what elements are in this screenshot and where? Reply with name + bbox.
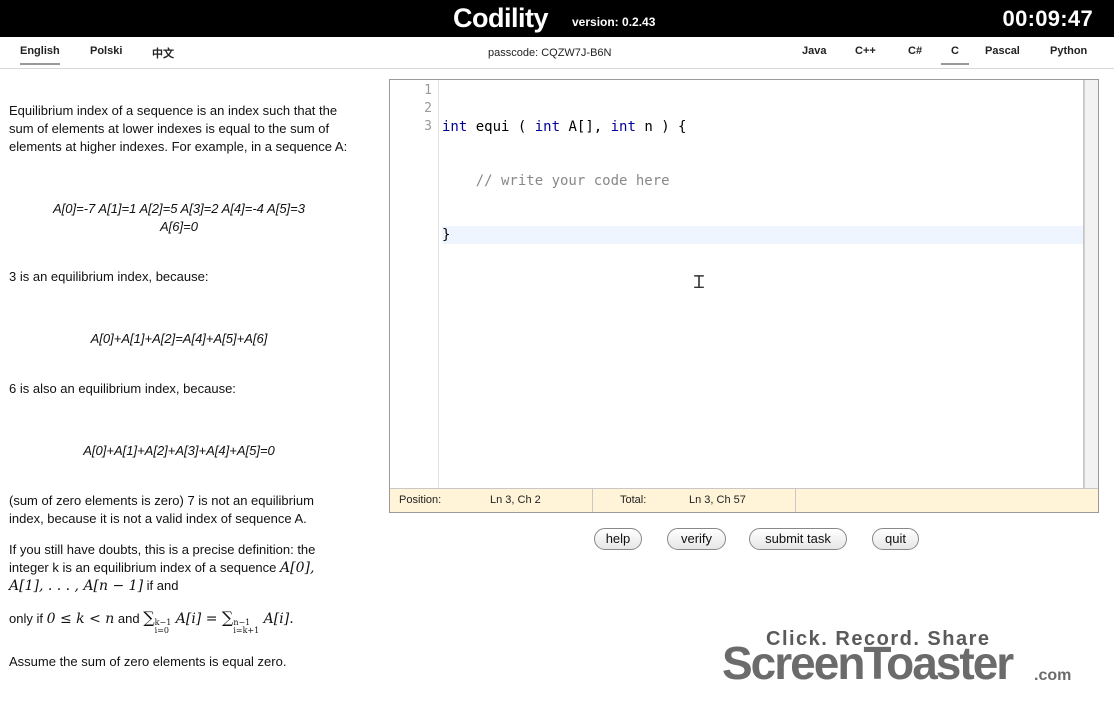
tab-python[interactable]: Python bbox=[1050, 45, 1087, 57]
code-line-3[interactable]: } bbox=[442, 226, 1083, 244]
code-line-2[interactable]: // write your code here bbox=[442, 172, 1083, 190]
code-line-1[interactable]: int equi ( int A[], int n ) { bbox=[442, 118, 1083, 136]
sequence-line-2: A[6]=0 bbox=[160, 219, 198, 234]
countdown-timer: 00:09:47 bbox=[1002, 6, 1093, 31]
code-area[interactable]: 1 2 3 int equi ( int A[], int n ) { // w… bbox=[390, 80, 1084, 488]
help-button[interactable]: help bbox=[594, 528, 642, 550]
position-label: Position: bbox=[399, 494, 442, 506]
verify-button[interactable]: verify bbox=[667, 528, 726, 550]
tab-csharp[interactable]: C# bbox=[908, 45, 922, 57]
sequence-line-1: A[0]=-7 A[1]=1 A[2]=5 A[3]=2 A[4]=-4 A[5… bbox=[53, 201, 305, 216]
line-number: 2 bbox=[424, 101, 432, 116]
total-value: Ln 3, Ch 57 bbox=[689, 494, 746, 506]
tab-english[interactable]: English bbox=[20, 45, 60, 65]
desc-example-1: 3 is an equilibrium index, because: bbox=[9, 269, 209, 284]
editor-scrollbar[interactable] bbox=[1084, 80, 1098, 488]
app-logo: Codility bbox=[453, 3, 549, 33]
language-bar: English Polski 中文 passcode: CQZW7J-B6N J… bbox=[0, 37, 1114, 69]
desc-definition-cont: only if 0 ≤ k < n and ∑ k−1 i=0 A[i] = ∑ n−… bbox=[9, 608, 294, 635]
tab-polski[interactable]: Polski bbox=[90, 45, 122, 57]
version-label: version: 0.2.43 bbox=[572, 15, 656, 29]
tab-pascal[interactable]: Pascal bbox=[985, 45, 1020, 57]
position-value: Ln 3, Ch 2 bbox=[490, 494, 541, 506]
desc-assumption: Assume the sum of zero elements is equal… bbox=[9, 654, 287, 669]
quit-button[interactable]: quit bbox=[872, 528, 919, 550]
code-editor[interactable]: 1 2 3 int equi ( int A[], int n ) { // w… bbox=[389, 79, 1099, 513]
watermark-tld: .com bbox=[1034, 667, 1072, 684]
text-cursor-icon: Ɪ bbox=[694, 272, 705, 293]
line-number: 3 bbox=[424, 119, 432, 134]
desc-note: (sum of zero elements is zero) 7 is not … bbox=[9, 493, 314, 526]
math-range: 0 ≤ k < n bbox=[46, 611, 115, 627]
screentoaster-watermark: Click. Record. Share ScreenToaster .com bbox=[722, 628, 1082, 688]
desc-example-2: 6 is also an equilibrium index, because: bbox=[9, 381, 236, 396]
gutter-divider bbox=[438, 80, 439, 488]
editor-status-bar: Position: Ln 3, Ch 2 Total: Ln 3, Ch 57 bbox=[390, 488, 1098, 512]
formula-2: A[0]+A[1]+A[2]+A[3]+A[4]+A[5]=0 bbox=[83, 443, 275, 458]
tab-chinese[interactable]: 中文 bbox=[152, 45, 174, 61]
tab-c[interactable]: C bbox=[941, 45, 969, 65]
line-number: 1 bbox=[424, 83, 432, 98]
top-bar: Codility version: 0.2.43 00:09:47 bbox=[0, 0, 1114, 37]
submit-task-button[interactable]: submit task bbox=[749, 528, 847, 550]
tab-cpp[interactable]: C++ bbox=[855, 45, 876, 57]
watermark-brand: ScreenToaster bbox=[722, 637, 1014, 689]
code-text[interactable]: int equi ( int A[], int n ) { // write y… bbox=[442, 82, 1083, 280]
desc-definition: If you still have doubts, this is a prec… bbox=[9, 542, 316, 594]
total-label: Total: bbox=[620, 494, 647, 506]
desc-intro: Equilibrium index of a sequence is an in… bbox=[9, 103, 348, 154]
tab-java[interactable]: Java bbox=[802, 45, 826, 57]
task-description: Equilibrium index of a sequence is an in… bbox=[9, 102, 349, 671]
formula-1: A[0]+A[1]+A[2]=A[4]+A[5]+A[6] bbox=[90, 331, 268, 346]
math-sum-equation: ∑ k−1 i=0 A[i] = ∑ n−1 i=k+1 A[i]. bbox=[143, 608, 294, 635]
passcode-label: passcode: CQZW7J-B6N bbox=[488, 47, 612, 59]
line-number-gutter: 1 2 3 bbox=[390, 82, 436, 136]
